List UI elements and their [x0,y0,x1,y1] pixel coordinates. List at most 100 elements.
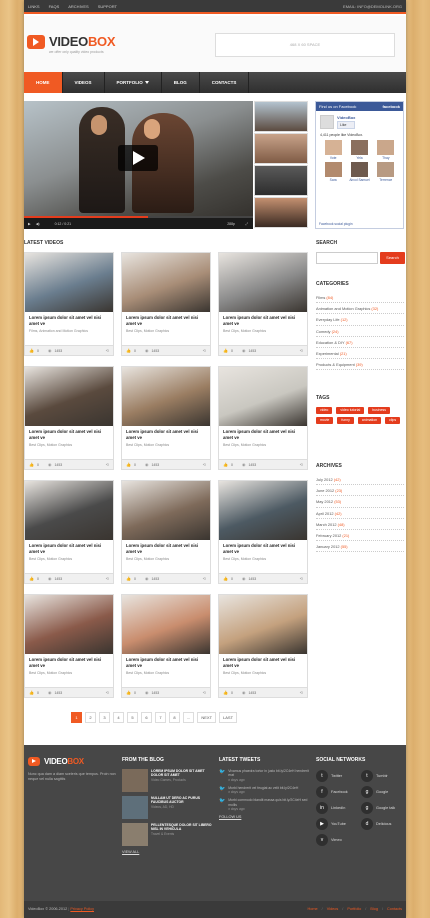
video-categories[interactable]: Best Clips, Motion Graphics [219,440,307,450]
nav-item-home[interactable]: Home [24,72,63,93]
featured-thumb[interactable] [254,197,308,228]
page-link[interactable]: 2 [85,712,96,723]
video-thumbnail[interactable] [219,481,307,540]
video-card[interactable]: Lorem ipsum dolor sit amet vel nisi amet… [24,480,114,584]
category-item[interactable]: Animation and Motion Graphics (32) [316,303,404,315]
video-categories[interactable]: Best Clips, Motion Graphics [25,554,113,564]
player-quality[interactable]: 288p [227,222,235,226]
video-categories[interactable]: Films, Animation and Motion Graphics [25,326,113,336]
video-card[interactable]: Lorem ipsum dolor sit amet vel nisi amet… [218,594,308,698]
footer-blog-thumb[interactable] [122,823,148,846]
video-thumbnail[interactable] [25,253,113,312]
fb-like-button[interactable]: Like [337,121,356,129]
social-link-youtube[interactable]: ▶ YouTube [316,817,357,830]
share-icon[interactable]: ⟲ [106,348,109,353]
archive-item[interactable]: April 2012 (42) [316,508,404,519]
footer-blog-title[interactable]: Nullam ut dero ac purus faucibus auctor [151,796,214,805]
category-item[interactable]: Experimental (21) [316,348,404,360]
video-title[interactable]: Lorem ipsum dolor sit amet vel nisi amet… [25,426,113,440]
fb-page-name[interactable]: VideoBox [337,115,355,120]
archive-item[interactable]: January 2012 (55) [316,541,404,553]
thumbs-up-icon[interactable]: 👍 [223,348,228,353]
page-link[interactable]: 1 [71,712,82,723]
footer-blog-item[interactable]: Nullam ut dero ac purus faucibus auctor V… [122,796,214,819]
page-link[interactable]: NEXT [197,712,217,723]
video-card[interactable]: Lorem ipsum dolor sit amet vel nisi amet… [218,252,308,356]
video-title[interactable]: Lorem ipsum dolor sit amet vel nisi amet… [25,312,113,326]
video-card[interactable]: Lorem ipsum dolor sit amet vel nisi amet… [24,366,114,470]
thumbs-up-icon[interactable]: 👍 [223,690,228,695]
tag-item[interactable]: clips [385,417,401,424]
nav-item-portfolio[interactable]: Portfolio [105,72,162,93]
video-title[interactable]: Lorem ipsum dolor sit amet vel nisi amet… [25,540,113,554]
video-title[interactable]: Lorem ipsum dolor sit amet vel nisi amet… [219,654,307,668]
view-all-link[interactable]: View All [122,850,214,854]
video-categories[interactable]: Best Clips, Motion Graphics [122,668,210,678]
tag-item[interactable]: video tutorial [336,407,365,414]
video-title[interactable]: Lorem ipsum dolor sit amet vel nisi amet… [219,540,307,554]
page-link[interactable]: 4 [113,712,124,723]
thumbs-up-icon[interactable]: 👍 [29,690,34,695]
video-card[interactable]: Lorem ipsum dolor sit amet vel nisi amet… [121,366,211,470]
featured-thumb[interactable] [254,133,308,164]
video-card[interactable]: Lorem ipsum dolor sit amet vel nisi amet… [24,594,114,698]
thumbs-up-icon[interactable]: 👍 [126,690,131,695]
bottom-link-blog[interactable]: Blog [370,901,378,918]
fb-fan[interactable]: Terrence [375,162,397,182]
social-link-delicious[interactable]: d Delicious [361,817,402,830]
share-icon[interactable]: ⟲ [203,576,206,581]
video-card[interactable]: Lorem ipsum dolor sit amet vel nisi amet… [218,480,308,584]
share-icon[interactable]: ⟲ [106,690,109,695]
social-link-linkedin[interactable]: in LinkedIn [316,801,357,814]
bottom-link-home[interactable]: Home [308,901,318,918]
thumbs-up-icon[interactable]: 👍 [126,576,131,581]
share-icon[interactable]: ⟲ [106,576,109,581]
volume-icon[interactable]: ◀) [36,222,40,226]
thumbs-up-icon[interactable]: 👍 [29,576,34,581]
video-thumbnail[interactable] [25,367,113,426]
video-categories[interactable]: Best Clips, Motion Graphics [219,326,307,336]
thumbs-up-icon[interactable]: 👍 [29,462,34,467]
header-banner[interactable]: 468 X 60 SPACE [215,33,395,57]
fullscreen-icon[interactable]: ⤢ [245,222,248,226]
featured-thumb[interactable] [254,101,308,132]
footer-logo[interactable]: VIDEOBOX [28,757,116,766]
video-categories[interactable]: Best Clips, Motion Graphics [25,440,113,450]
video-card[interactable]: Lorem ipsum dolor sit amet vel nisi amet… [121,594,211,698]
bottom-link-contacts[interactable]: Contacts [387,901,402,918]
share-icon[interactable]: ⟲ [203,690,206,695]
fb-fan[interactable]: Vote [322,140,344,160]
tweet-text[interactable]: Morbi commodo blandit massa quis bit.ly/… [228,798,307,806]
bottom-link-portfolio[interactable]: Portfolio [347,901,361,918]
video-card[interactable]: Lorem ipsum dolor sit amet vel nisi amet… [218,366,308,470]
tag-item[interactable]: funny [337,417,354,424]
top-link[interactable]: Support [98,4,117,9]
follow-us-link[interactable]: Follow us [219,815,309,819]
archive-item[interactable]: February 2012 (21) [316,530,404,542]
video-thumbnail[interactable] [122,595,210,654]
video-categories[interactable]: Best Clips, Motion Graphics [122,326,210,336]
share-icon[interactable]: ⟲ [203,462,206,467]
share-icon[interactable]: ⟲ [106,462,109,467]
search-button[interactable]: Search [380,252,405,264]
video-card[interactable]: Lorem ipsum dolor sit amet vel nisi amet… [121,480,211,584]
video-thumbnail[interactable] [219,595,307,654]
category-item[interactable]: Everyday Life (12) [316,314,404,326]
top-link[interactable]: FAQs [49,4,60,9]
tag-item[interactable]: animation [357,417,382,424]
share-icon[interactable]: ⟲ [300,690,303,695]
footer-blog-item[interactable]: Pellentesque dolor sit libero nisl in ve… [122,823,214,846]
page-link[interactable]: 3 [99,712,110,723]
play-icon[interactable] [118,145,158,171]
bottom-link-videos[interactable]: Videos [327,901,339,918]
footer-blog-item[interactable]: Lorem ipsum dolor sit amet dolor sit ame… [122,769,214,792]
tag-item[interactable]: video [316,407,333,414]
fb-fan[interactable]: Thay [375,140,397,160]
footer-blog-thumb[interactable] [122,769,148,792]
page-link[interactable]: 5 [127,712,138,723]
video-categories[interactable]: Best Clips, Motion Graphics [219,668,307,678]
play-small-icon[interactable]: ▶ [28,222,31,226]
player-progress-bar[interactable] [24,216,253,218]
share-icon[interactable]: ⟲ [300,348,303,353]
social-link-vimeo[interactable]: v Vimeo [316,833,357,846]
